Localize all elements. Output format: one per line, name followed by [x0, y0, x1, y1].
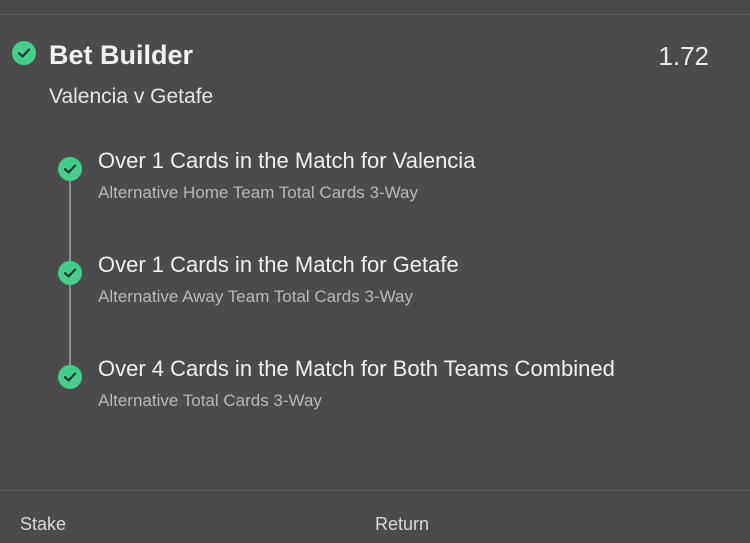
selection-item[interactable]: Over 4 Cards in the Match for Both Teams… — [0, 356, 750, 426]
stake-label[interactable]: Stake — [20, 514, 66, 535]
selection-title: Over 4 Cards in the Match for Both Teams… — [98, 356, 615, 381]
check-circle-icon — [58, 365, 82, 389]
bet-builder-card[interactable]: Bet Builder 1.72 Valencia v Getafe Over … — [0, 15, 750, 490]
checkmark-icon — [63, 268, 77, 278]
selection-title: Over 1 Cards in the Match for Valencia — [98, 148, 476, 173]
check-circle-icon — [58, 157, 82, 181]
bet-match: Valencia v Getafe — [49, 85, 214, 108]
footer-divider — [0, 490, 750, 491]
bet-odds: 1.72 — [658, 41, 709, 71]
checkmark-icon — [63, 164, 77, 174]
selection-item[interactable]: Over 1 Cards in the Match for Getafe Alt… — [0, 252, 750, 322]
check-circle-icon — [12, 41, 36, 65]
selection-market: Alternative Total Cards 3-Way — [98, 391, 322, 410]
selection-market: Alternative Home Team Total Cards 3-Way — [98, 183, 418, 202]
check-circle-icon — [58, 261, 82, 285]
selection-item[interactable]: Over 1 Cards in the Match for Valencia A… — [0, 148, 750, 218]
return-label: Return — [375, 514, 430, 534]
checkmark-icon — [17, 48, 31, 58]
selection-market: Alternative Away Team Total Cards 3-Way — [98, 287, 413, 306]
checkmark-icon — [63, 372, 77, 382]
bet-title: Bet Builder — [49, 40, 194, 70]
selection-title: Over 1 Cards in the Match for Getafe — [98, 252, 459, 277]
